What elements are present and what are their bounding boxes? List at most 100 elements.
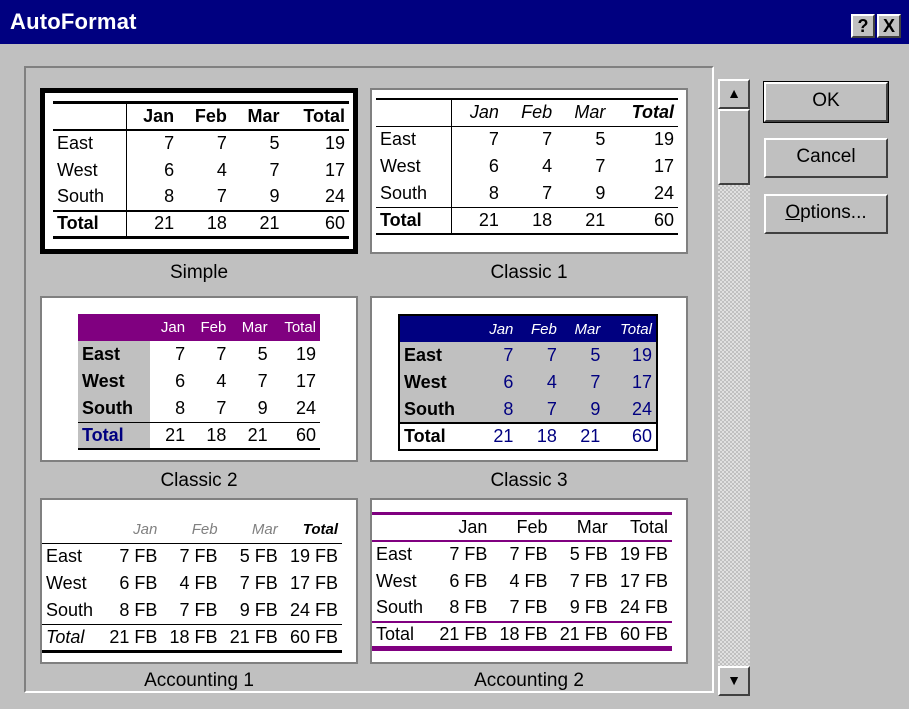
- table-total-row: Total 21 18 21 60: [376, 206, 678, 235]
- help-button[interactable]: ?: [851, 14, 875, 38]
- table-cell: 7 FB: [509, 544, 548, 564]
- table-row: South 8 7 9 24: [78, 395, 320, 422]
- table-cell: 7: [476, 342, 518, 369]
- table-cell: West: [376, 570, 417, 591]
- table-cell: East: [78, 341, 150, 368]
- table-cell: 21: [230, 421, 272, 450]
- ok-button[interactable]: OK: [763, 81, 889, 123]
- table-cell: West: [399, 369, 477, 396]
- format-tile-simple[interactable]: Jan Feb Mar Total East 7 7 5 19 West 6 4…: [40, 88, 358, 254]
- table-cell: West: [376, 153, 453, 180]
- format-preview-table: Jan Feb Mar Total East 7 FB 7 FB 5 FB 19…: [42, 516, 342, 653]
- table-cell: 7 FB: [509, 597, 548, 617]
- table-cell: 6 FB: [449, 570, 488, 591]
- table-cell: 21 FB: [101, 623, 162, 653]
- close-button[interactable]: X: [877, 14, 901, 38]
- format-preview-table: Jan Feb Mar Total East 7 7 5 19 West 6 4…: [376, 98, 678, 235]
- table-cell: South: [376, 180, 453, 207]
- table-cell: 7: [164, 133, 175, 153]
- table-row: East 7 7 5 19: [53, 129, 349, 157]
- table-cell: 7: [560, 369, 605, 396]
- format-tile-classic-1[interactable]: Jan Feb Mar Total East 7 7 5 19 West 6 4…: [370, 88, 688, 254]
- table-cell: 21: [556, 206, 610, 235]
- table-cell: Mar: [560, 315, 605, 342]
- table-cell: Total: [283, 101, 349, 131]
- table-cell: 17: [604, 369, 657, 396]
- table-cell: South: [46, 599, 94, 620]
- table-cell: 21: [451, 206, 503, 235]
- format-caption: Classic 2: [160, 470, 238, 491]
- table-row: East 7 7 5 19: [376, 126, 678, 153]
- table-cell: 5: [560, 342, 605, 369]
- table-cell: South: [53, 183, 127, 211]
- table-cell: 5 FB: [569, 544, 608, 564]
- table-cell: 9: [595, 182, 606, 203]
- table-cell: [78, 314, 150, 341]
- format-preview-table: Jan Feb Mar Total East 7 FB 7 FB 5 FB 19…: [372, 512, 672, 651]
- cancel-button[interactable]: Cancel: [764, 138, 888, 178]
- table-cell: 6: [488, 156, 499, 176]
- table-cell: Feb: [517, 315, 561, 342]
- table-cell: Total: [604, 315, 657, 342]
- table-row: East 7 FB 7 FB 5 FB 19 FB: [372, 541, 672, 568]
- table-cell: 18: [189, 421, 231, 450]
- table-row: East 7 7 5 19: [78, 341, 320, 368]
- format-caption: Accounting 2: [474, 670, 584, 691]
- table-cell: 7 FB: [449, 544, 488, 564]
- table-cell: 4: [216, 371, 227, 391]
- format-tile-classic-3[interactable]: Jan Feb Mar Total East 7 7 5 19 West 6 4…: [370, 296, 688, 462]
- table-cell: 8: [164, 186, 175, 206]
- table-cell: [399, 315, 477, 342]
- table-cell: [53, 101, 127, 131]
- table-cell: 17 FB: [619, 570, 668, 591]
- table-cell: 7: [517, 396, 561, 423]
- table-cell: 4: [517, 369, 561, 396]
- format-gallery: Jan Feb Mar Total East 7 7 5 19 West 6 4…: [24, 66, 714, 693]
- table-cell: 24: [653, 182, 674, 203]
- table-cell: Mar: [230, 101, 284, 131]
- scroll-thumb[interactable]: [718, 109, 750, 185]
- table-cell: 7 FB: [179, 599, 218, 620]
- format-tile-accounting-2[interactable]: Jan Feb Mar Total East 7 FB 7 FB 5 FB 19…: [370, 498, 688, 664]
- table-cell: 6: [175, 371, 186, 391]
- table-cell: Jan: [126, 101, 179, 131]
- options-accelerator: O: [785, 202, 801, 223]
- table-cell: Mar: [551, 512, 612, 542]
- table-cell: 21 FB: [221, 623, 282, 653]
- scroll-down-icon[interactable]: ▼: [718, 666, 750, 696]
- table-cell: 9: [269, 186, 280, 206]
- format-tile-accounting-1[interactable]: Jan Feb Mar Total East 7 FB 7 FB 5 FB 19…: [40, 498, 358, 664]
- table-cell: Jan: [133, 520, 158, 538]
- table-cell: Total: [376, 206, 453, 235]
- options-label: ptions...: [800, 202, 867, 223]
- format-caption: Simple: [169, 262, 229, 283]
- format-preview-table: Jan Feb Mar Total East 7 7 5 19 West 6 4…: [53, 101, 349, 239]
- scroll-up-icon[interactable]: ▲: [718, 79, 750, 109]
- table-cell: 6 FB: [119, 573, 158, 593]
- table-cell: Jan: [149, 314, 190, 341]
- table-cell: Jan: [431, 512, 492, 542]
- table-row: West 6 4 7 17: [78, 368, 320, 395]
- table-cell: Total: [271, 314, 320, 341]
- table-cell: East: [42, 542, 102, 570]
- table-cell: 8 FB: [449, 597, 488, 617]
- table-cell: 21: [476, 422, 518, 450]
- options-button[interactable]: Options...: [764, 194, 888, 234]
- table-cell: 6: [476, 369, 518, 396]
- table-cell: 60: [283, 209, 349, 239]
- table-cell: East: [376, 126, 453, 153]
- format-tile-classic-2[interactable]: Jan Feb Mar Total East 7 7 5 19 West 6 4…: [40, 296, 358, 462]
- table-cell: 19 FB: [281, 542, 342, 570]
- table-cell: Feb: [191, 520, 218, 538]
- table-cell: 7: [488, 129, 499, 150]
- table-cell: [372, 512, 432, 542]
- table-cell: East: [53, 129, 127, 157]
- table-header-row: Jan Feb Mar Total: [42, 516, 342, 543]
- format-caption: Classic 1: [490, 262, 568, 283]
- table-cell: 19 FB: [619, 544, 668, 564]
- gallery-scrollbar[interactable]: ▲ ▼: [718, 79, 750, 696]
- table-header-row: Jan Feb Mar Total: [372, 512, 672, 542]
- table-header-row: Jan Feb Mar Total: [53, 101, 349, 131]
- table-cell: Mar: [556, 98, 610, 127]
- table-cell: 9 FB: [239, 599, 278, 620]
